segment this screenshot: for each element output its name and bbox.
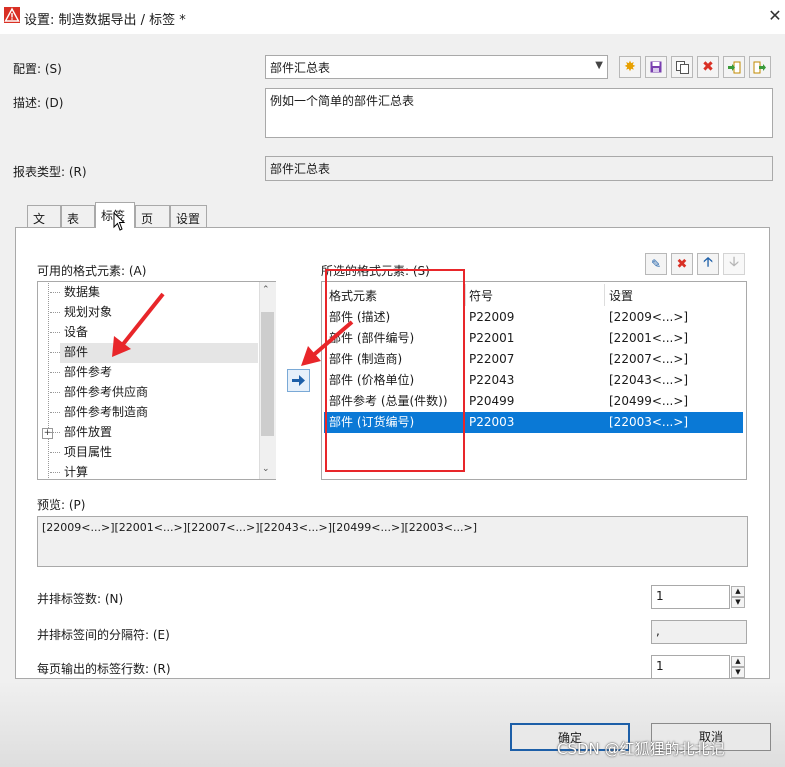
annotation-arrows <box>112 292 354 366</box>
annotation-arrow <box>118 292 165 350</box>
annotation-arrow <box>308 320 354 360</box>
